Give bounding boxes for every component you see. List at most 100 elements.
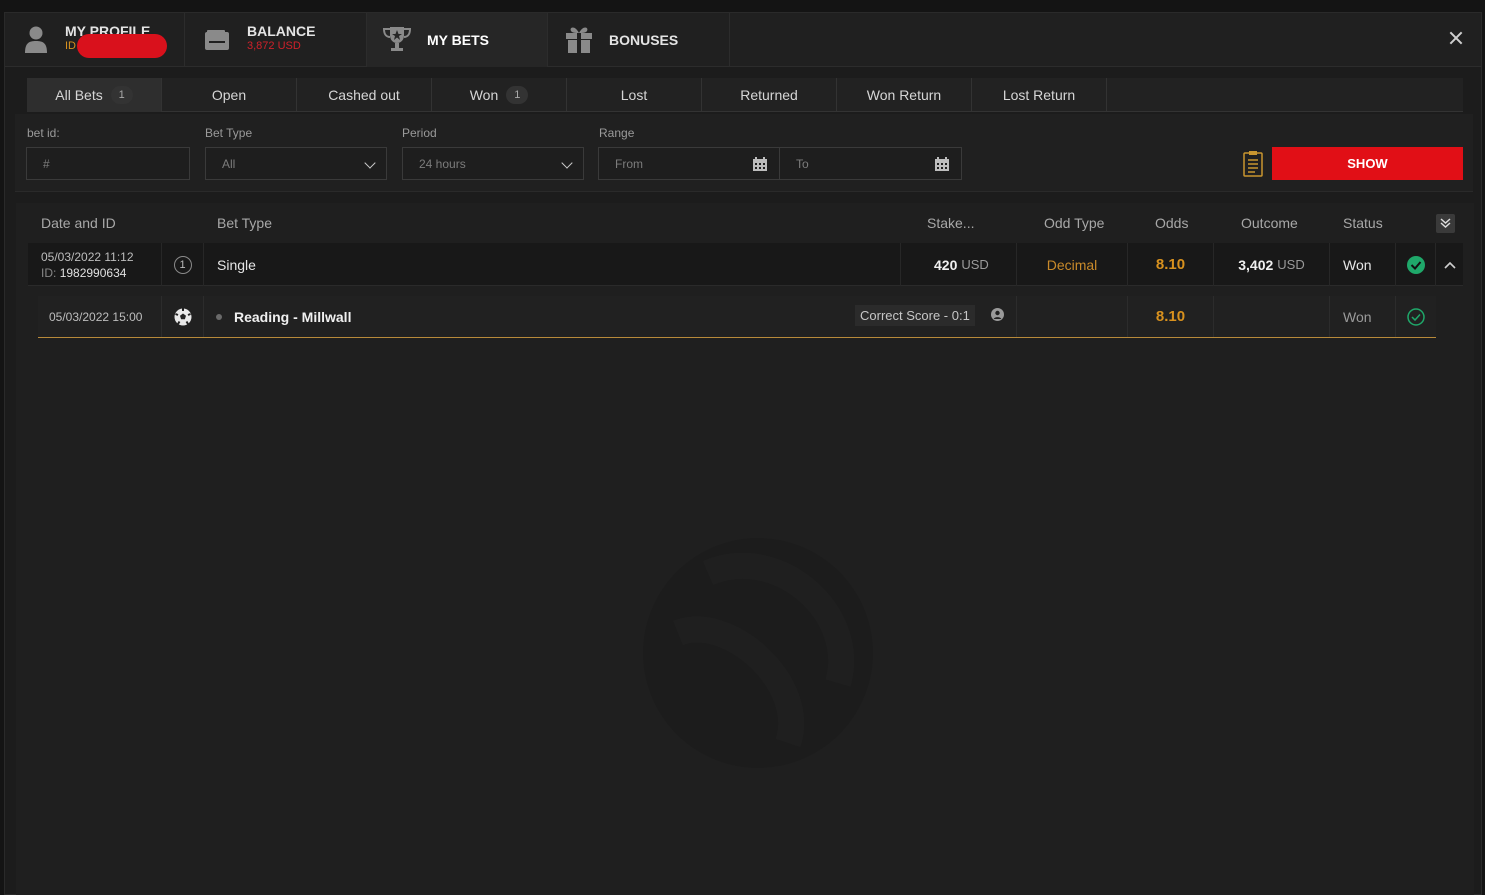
count-badge: 1 bbox=[506, 86, 529, 104]
double-chevron-down-icon bbox=[1440, 218, 1451, 229]
tab-all-bets[interactable]: All Bets 1 bbox=[27, 78, 162, 112]
close-icon[interactable] bbox=[1447, 29, 1465, 47]
selection-status: Won bbox=[1343, 308, 1372, 325]
tab-label: Cashed out bbox=[328, 87, 400, 103]
bet-type-value: All bbox=[222, 156, 236, 171]
header-outcome: Outcome bbox=[1241, 215, 1298, 231]
selection-odds-cell: 8.10 bbox=[1128, 296, 1214, 337]
bet-id-input[interactable]: # bbox=[26, 147, 190, 180]
selection-outcome-cell bbox=[1214, 296, 1330, 337]
header-odd-type: Odd Type bbox=[1044, 215, 1105, 231]
header-bet-type: Bet Type bbox=[217, 215, 273, 231]
balance-amount: 3,872 USD bbox=[247, 40, 301, 52]
collapse-all-button[interactable] bbox=[1436, 214, 1455, 233]
stake-currency: USD bbox=[961, 257, 989, 272]
bet-filter-tabs: All Bets 1 Open Cashed out Won 1 Lost Retu… bbox=[27, 78, 1463, 112]
check-circle-outline-icon bbox=[1407, 307, 1425, 326]
status-badge: Won bbox=[1343, 256, 1372, 273]
range-from-input[interactable]: From bbox=[598, 147, 780, 180]
selection-status-cell: Won bbox=[1330, 296, 1396, 337]
selection-datetime-cell: 05/03/2022 15:00 bbox=[38, 296, 162, 337]
my-account-window: MY PROFILE ID BALANCE 3,872 USD MY BETS bbox=[4, 12, 1482, 895]
header-date-id: Date and ID bbox=[41, 215, 116, 231]
tab-returned[interactable]: Returned bbox=[702, 78, 837, 112]
tab-label: Won bbox=[469, 87, 499, 103]
bonuses-title: BONUSES bbox=[609, 32, 679, 48]
calendar-icon[interactable] bbox=[753, 157, 767, 171]
bet-odds: 8.10 bbox=[1155, 256, 1186, 273]
events-count-badge: 1 bbox=[173, 255, 192, 274]
status-cell: Won bbox=[1330, 243, 1396, 286]
status-icon-cell bbox=[1396, 243, 1436, 286]
header-odds: Odds bbox=[1155, 215, 1189, 231]
gift-icon bbox=[566, 27, 592, 53]
table-header: Date and ID Bet Type Stake... Odd Type O… bbox=[16, 203, 1474, 243]
tab-label: Open bbox=[211, 87, 247, 103]
odds-cell: 8.10 bbox=[1128, 243, 1214, 286]
table-row[interactable]: 05/03/2022 11:12 ID: 1982990634 1 Single… bbox=[28, 243, 1463, 286]
header-status: Status bbox=[1343, 215, 1383, 231]
profile-id-label: ID bbox=[65, 40, 76, 52]
outcome-cell: 3,402 USD bbox=[1214, 243, 1330, 286]
selection-odd-type-cell bbox=[1017, 296, 1128, 337]
chevron-down-icon bbox=[561, 157, 573, 169]
outcome-currency: USD bbox=[1277, 257, 1305, 272]
bet-selection-row: 05/03/2022 15:00 Reading - Millwall Corr… bbox=[38, 296, 1436, 338]
calendar-icon[interactable] bbox=[935, 157, 949, 171]
logo-watermark-icon bbox=[643, 538, 873, 768]
tab-label: Lost Return bbox=[1002, 87, 1076, 103]
sport-cell bbox=[162, 296, 204, 337]
chevron-down-icon bbox=[364, 157, 376, 169]
tab-my-bets[interactable]: MY BETS bbox=[367, 13, 548, 67]
selection-event[interactable]: Reading - Millwall bbox=[234, 309, 351, 325]
account-tabs-bar: MY PROFILE ID BALANCE 3,872 USD MY BETS bbox=[5, 13, 1481, 67]
tab-balance[interactable]: BALANCE 3,872 USD bbox=[185, 13, 367, 67]
bet-type-cell: Single bbox=[204, 243, 901, 286]
trophy-icon bbox=[382, 27, 412, 51]
tab-label: All Bets bbox=[55, 87, 103, 103]
bet-id: 1982990634 bbox=[59, 265, 127, 280]
chevron-up-icon[interactable] bbox=[1443, 261, 1456, 269]
header-stake: Stake... bbox=[927, 215, 975, 231]
tab-open[interactable]: Open bbox=[162, 78, 297, 112]
stake-cell: 420 USD bbox=[901, 243, 1017, 286]
wallet-icon bbox=[205, 30, 229, 50]
clipboard-icon[interactable] bbox=[1243, 150, 1263, 177]
bet-type-select[interactable]: All bbox=[205, 147, 387, 180]
bet-id-label: bet id: bbox=[27, 126, 60, 140]
live-dot-icon bbox=[216, 313, 222, 320]
bet-type: Single bbox=[217, 256, 256, 273]
tab-bonuses[interactable]: BONUSES bbox=[548, 13, 730, 67]
tab-cashed-out[interactable]: Cashed out bbox=[297, 78, 432, 112]
range-label: Range bbox=[599, 126, 635, 140]
profile-id-redacted bbox=[77, 34, 167, 58]
tab-label: Lost bbox=[620, 87, 648, 103]
player-info-icon[interactable] bbox=[991, 308, 1004, 321]
range-from-placeholder: From bbox=[615, 156, 643, 171]
period-label: Period bbox=[402, 126, 437, 140]
period-value: 24 hours bbox=[419, 156, 466, 171]
bets-results: Date and ID Bet Type Stake... Odd Type O… bbox=[16, 203, 1474, 895]
bet-type-label: Bet Type bbox=[205, 126, 253, 140]
stake-amount: 420 bbox=[934, 256, 958, 273]
check-circle-icon bbox=[1406, 255, 1425, 274]
count-badge: 1 bbox=[110, 86, 133, 104]
tab-won[interactable]: Won 1 bbox=[432, 78, 567, 112]
selection-status-icon-cell bbox=[1396, 296, 1436, 337]
tab-lost-return[interactable]: Lost Return bbox=[972, 78, 1107, 112]
tab-won-return[interactable]: Won Return bbox=[837, 78, 972, 112]
selection-market: Correct Score - 0:1 bbox=[855, 305, 975, 326]
user-icon bbox=[25, 26, 47, 53]
odd-type: Decimal bbox=[1046, 256, 1098, 273]
range-to-input[interactable]: To bbox=[779, 147, 962, 180]
period-select[interactable]: 24 hours bbox=[402, 147, 584, 180]
tab-lost[interactable]: Lost bbox=[567, 78, 702, 112]
show-button[interactable]: SHOW bbox=[1272, 147, 1463, 180]
tab-label: Won Return bbox=[866, 87, 942, 103]
events-count-cell: 1 bbox=[162, 243, 204, 286]
tab-my-profile[interactable]: MY PROFILE ID bbox=[5, 13, 185, 67]
expand-toggle-cell[interactable] bbox=[1436, 243, 1463, 286]
outcome-amount: 3,402 bbox=[1238, 256, 1274, 273]
tab-label: Returned bbox=[740, 87, 798, 103]
balance-title: BALANCE bbox=[247, 23, 316, 39]
